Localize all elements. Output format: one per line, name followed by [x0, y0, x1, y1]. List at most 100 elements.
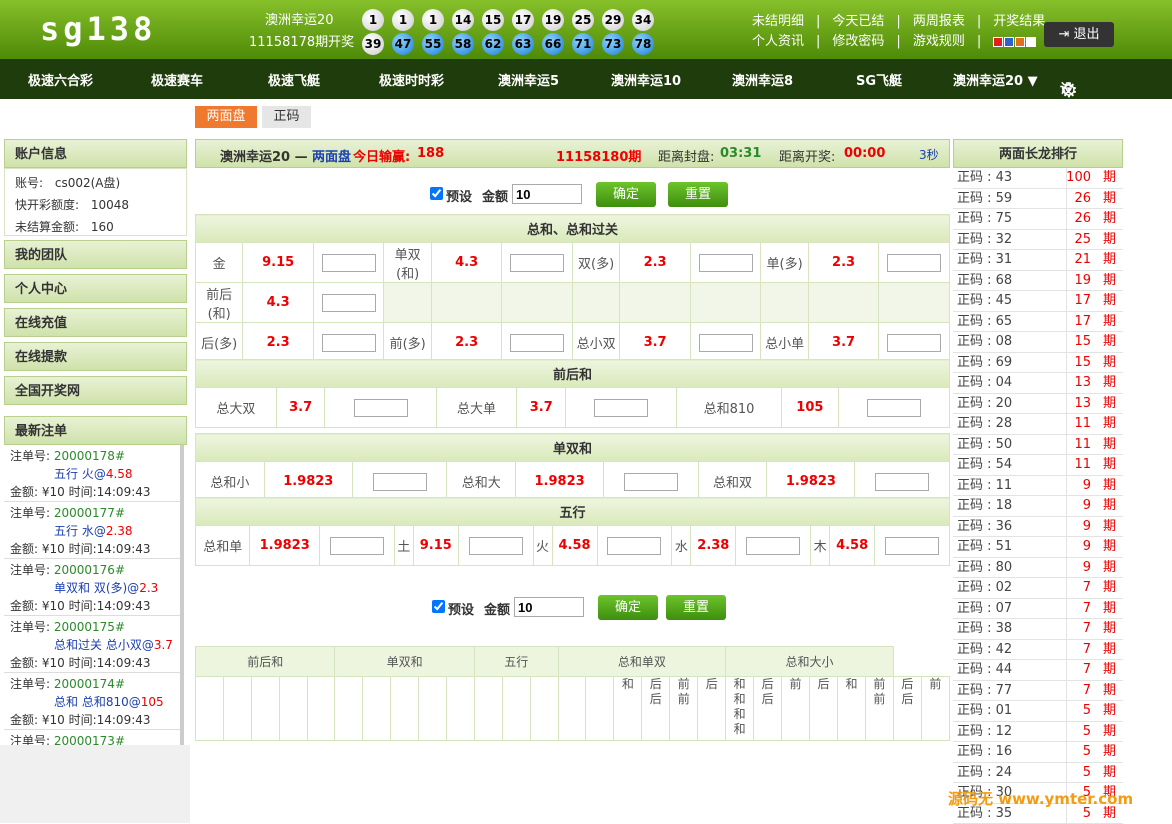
- bet-amount-input[interactable]: [887, 334, 941, 352]
- nav-item[interactable]: 澳洲幸运8: [732, 70, 793, 89]
- top-link[interactable]: 个人资讯: [752, 34, 804, 49]
- logout-button[interactable]: ⇥ 退出: [1044, 22, 1114, 47]
- account-info: 账号: cs002(A盘)快开彩额度: 10048未结算金额: 160: [4, 168, 187, 236]
- preset-checkbox[interactable]: [430, 187, 443, 200]
- nav-item[interactable]: 极速时时彩: [379, 70, 444, 89]
- refresh-countdown[interactable]: 3秒: [919, 146, 939, 163]
- dragon-row: 正码 : 387期: [953, 619, 1123, 640]
- bet-amount-input[interactable]: [867, 399, 921, 417]
- theme-swatch[interactable]: [1015, 37, 1025, 47]
- nav-item[interactable]: 极速飞艇: [268, 70, 320, 89]
- bet-odds[interactable]: 4.58: [830, 526, 875, 566]
- bet-odds[interactable]: 4.3: [431, 243, 502, 283]
- dragon-key: 正码 : 01: [957, 701, 1012, 721]
- bet-odds[interactable]: 3.7: [620, 323, 691, 363]
- dragon-key: 正码 : 75: [957, 209, 1012, 229]
- bet-amount-input[interactable]: [322, 254, 376, 272]
- bet-odds[interactable]: 2.3: [808, 243, 879, 283]
- bet-odds[interactable]: 3.7: [276, 388, 325, 428]
- bet-odds[interactable]: 2.3: [431, 323, 502, 363]
- bet-amount-input[interactable]: [887, 254, 941, 272]
- bet-amount-input[interactable]: [469, 537, 523, 555]
- top-link[interactable]: 两周报表: [913, 14, 965, 29]
- stats-header: 总和单双: [558, 647, 726, 677]
- left-menu-item[interactable]: 在线提款: [4, 342, 187, 371]
- top-link[interactable]: 开奖结果: [993, 14, 1045, 29]
- bet-item[interactable]: 注单号: 20000173#: [4, 730, 180, 745]
- tab-two-sided[interactable]: 两面盘: [195, 106, 257, 128]
- dragon-key: 正码 : 36: [957, 517, 1012, 537]
- bet-odds[interactable]: 1.9823: [767, 462, 855, 502]
- bet-amount-input[interactable]: [875, 473, 929, 491]
- theme-swatch[interactable]: [1004, 37, 1014, 47]
- bet-odds[interactable]: 1.9823: [264, 462, 352, 502]
- left-menu-item[interactable]: 全国开奖网: [4, 376, 187, 405]
- close-label: 距离封盘:: [658, 146, 714, 165]
- confirm-button-bottom[interactable]: 确定: [598, 595, 658, 620]
- theme-swatch[interactable]: [1026, 37, 1036, 47]
- dragon-unit: 期: [1103, 353, 1116, 373]
- amount-input-bottom[interactable]: [514, 597, 584, 617]
- bet-amount-input[interactable]: [322, 294, 376, 312]
- preset-checkbox-bottom[interactable]: [432, 600, 445, 613]
- bet-item[interactable]: 注单号: 20000174#总和 总和810@105金额: ¥10 时间:14:…: [4, 673, 180, 730]
- bet-amount-input[interactable]: [354, 399, 408, 417]
- bet-odds[interactable]: 9.15: [243, 243, 314, 283]
- bet-amount-input[interactable]: [373, 473, 427, 491]
- bet-option-label: 后(多): [196, 323, 243, 363]
- nav-item[interactable]: 澳洲幸运20 ▼: [953, 70, 1038, 89]
- account-value: cs002(A盘): [55, 176, 120, 190]
- bet-amount-input[interactable]: [322, 334, 376, 352]
- bet-odds[interactable]: 4.3: [243, 283, 314, 323]
- nav-item[interactable]: 澳洲幸运5: [498, 70, 559, 89]
- dragon-key: 正码 : 16: [957, 742, 1012, 762]
- top-link[interactable]: 未结明细: [752, 14, 804, 29]
- bet-odds[interactable]: 9.15: [413, 526, 458, 566]
- bet-input-cell: [838, 388, 949, 428]
- bet-amount-input[interactable]: [699, 334, 753, 352]
- bet-item[interactable]: 注单号: 20000178#五行 火@4.58金额: ¥10 时间:14:09:…: [4, 445, 180, 502]
- bet-amount-input[interactable]: [746, 537, 800, 555]
- dragon-unit: 期: [1103, 640, 1116, 660]
- bet-amount-input[interactable]: [607, 537, 661, 555]
- left-menu-item[interactable]: 个人中心: [4, 274, 187, 303]
- bet-item[interactable]: 注单号: 20000175#总和过关 总小双@3.7金额: ¥10 时间:14:…: [4, 616, 180, 673]
- left-menu-item[interactable]: 我的团队: [4, 240, 187, 269]
- tab-main-number[interactable]: 正码: [262, 106, 311, 128]
- bet-odds[interactable]: 4.58: [552, 526, 597, 566]
- bet-odds[interactable]: 2.3: [620, 243, 691, 283]
- bet-no-line: 注单号: 20000173#: [10, 732, 174, 745]
- bet-amount-input[interactable]: [594, 399, 648, 417]
- reset-button-bottom[interactable]: 重置: [666, 595, 726, 620]
- bet-amount-input[interactable]: [699, 254, 753, 272]
- reset-button[interactable]: 重置: [668, 182, 728, 207]
- bet-amount-input[interactable]: [624, 473, 678, 491]
- site-logo[interactable]: sg138: [40, 10, 156, 48]
- bet-odds[interactable]: 3.7: [808, 323, 879, 363]
- bet-amount-input[interactable]: [885, 537, 939, 555]
- bet-odds[interactable]: 2.38: [691, 526, 736, 566]
- top-link[interactable]: 游戏规则: [913, 34, 965, 49]
- bet-odds[interactable]: 3.7: [517, 388, 566, 428]
- nav-item[interactable]: 极速赛车: [151, 70, 203, 89]
- bet-info: 金额: ¥10 时间:14:09:43: [10, 597, 174, 615]
- bet-odds[interactable]: 1.9823: [516, 462, 604, 502]
- nav-item[interactable]: 极速六合彩: [28, 70, 93, 89]
- bet-odds[interactable]: 2.3: [243, 323, 314, 363]
- left-menu-item[interactable]: 在线充值: [4, 308, 187, 337]
- nav-item[interactable]: 澳洲幸运10: [611, 70, 681, 89]
- bet-odds[interactable]: 1.9823: [250, 526, 320, 566]
- bet-odds[interactable]: 105: [781, 388, 838, 428]
- bet-amount-input[interactable]: [330, 537, 384, 555]
- bet-amount-input[interactable]: [510, 254, 564, 272]
- confirm-button[interactable]: 确定: [596, 182, 656, 207]
- amount-input[interactable]: [512, 184, 582, 204]
- top-link[interactable]: 修改密码: [832, 34, 884, 49]
- bet-amount-input[interactable]: [510, 334, 564, 352]
- nav-item[interactable]: SG飞艇: [856, 70, 902, 89]
- dragon-count: 7: [1065, 599, 1091, 619]
- bet-item[interactable]: 注单号: 20000177#五行 水@2.38金额: ¥10 时间:14:09:…: [4, 502, 180, 559]
- top-link[interactable]: 今天已结: [832, 14, 884, 29]
- bet-item[interactable]: 注单号: 20000176#单双和 双(多)@2.3金额: ¥10 时间:14:…: [4, 559, 180, 616]
- theme-swatch[interactable]: [993, 37, 1003, 47]
